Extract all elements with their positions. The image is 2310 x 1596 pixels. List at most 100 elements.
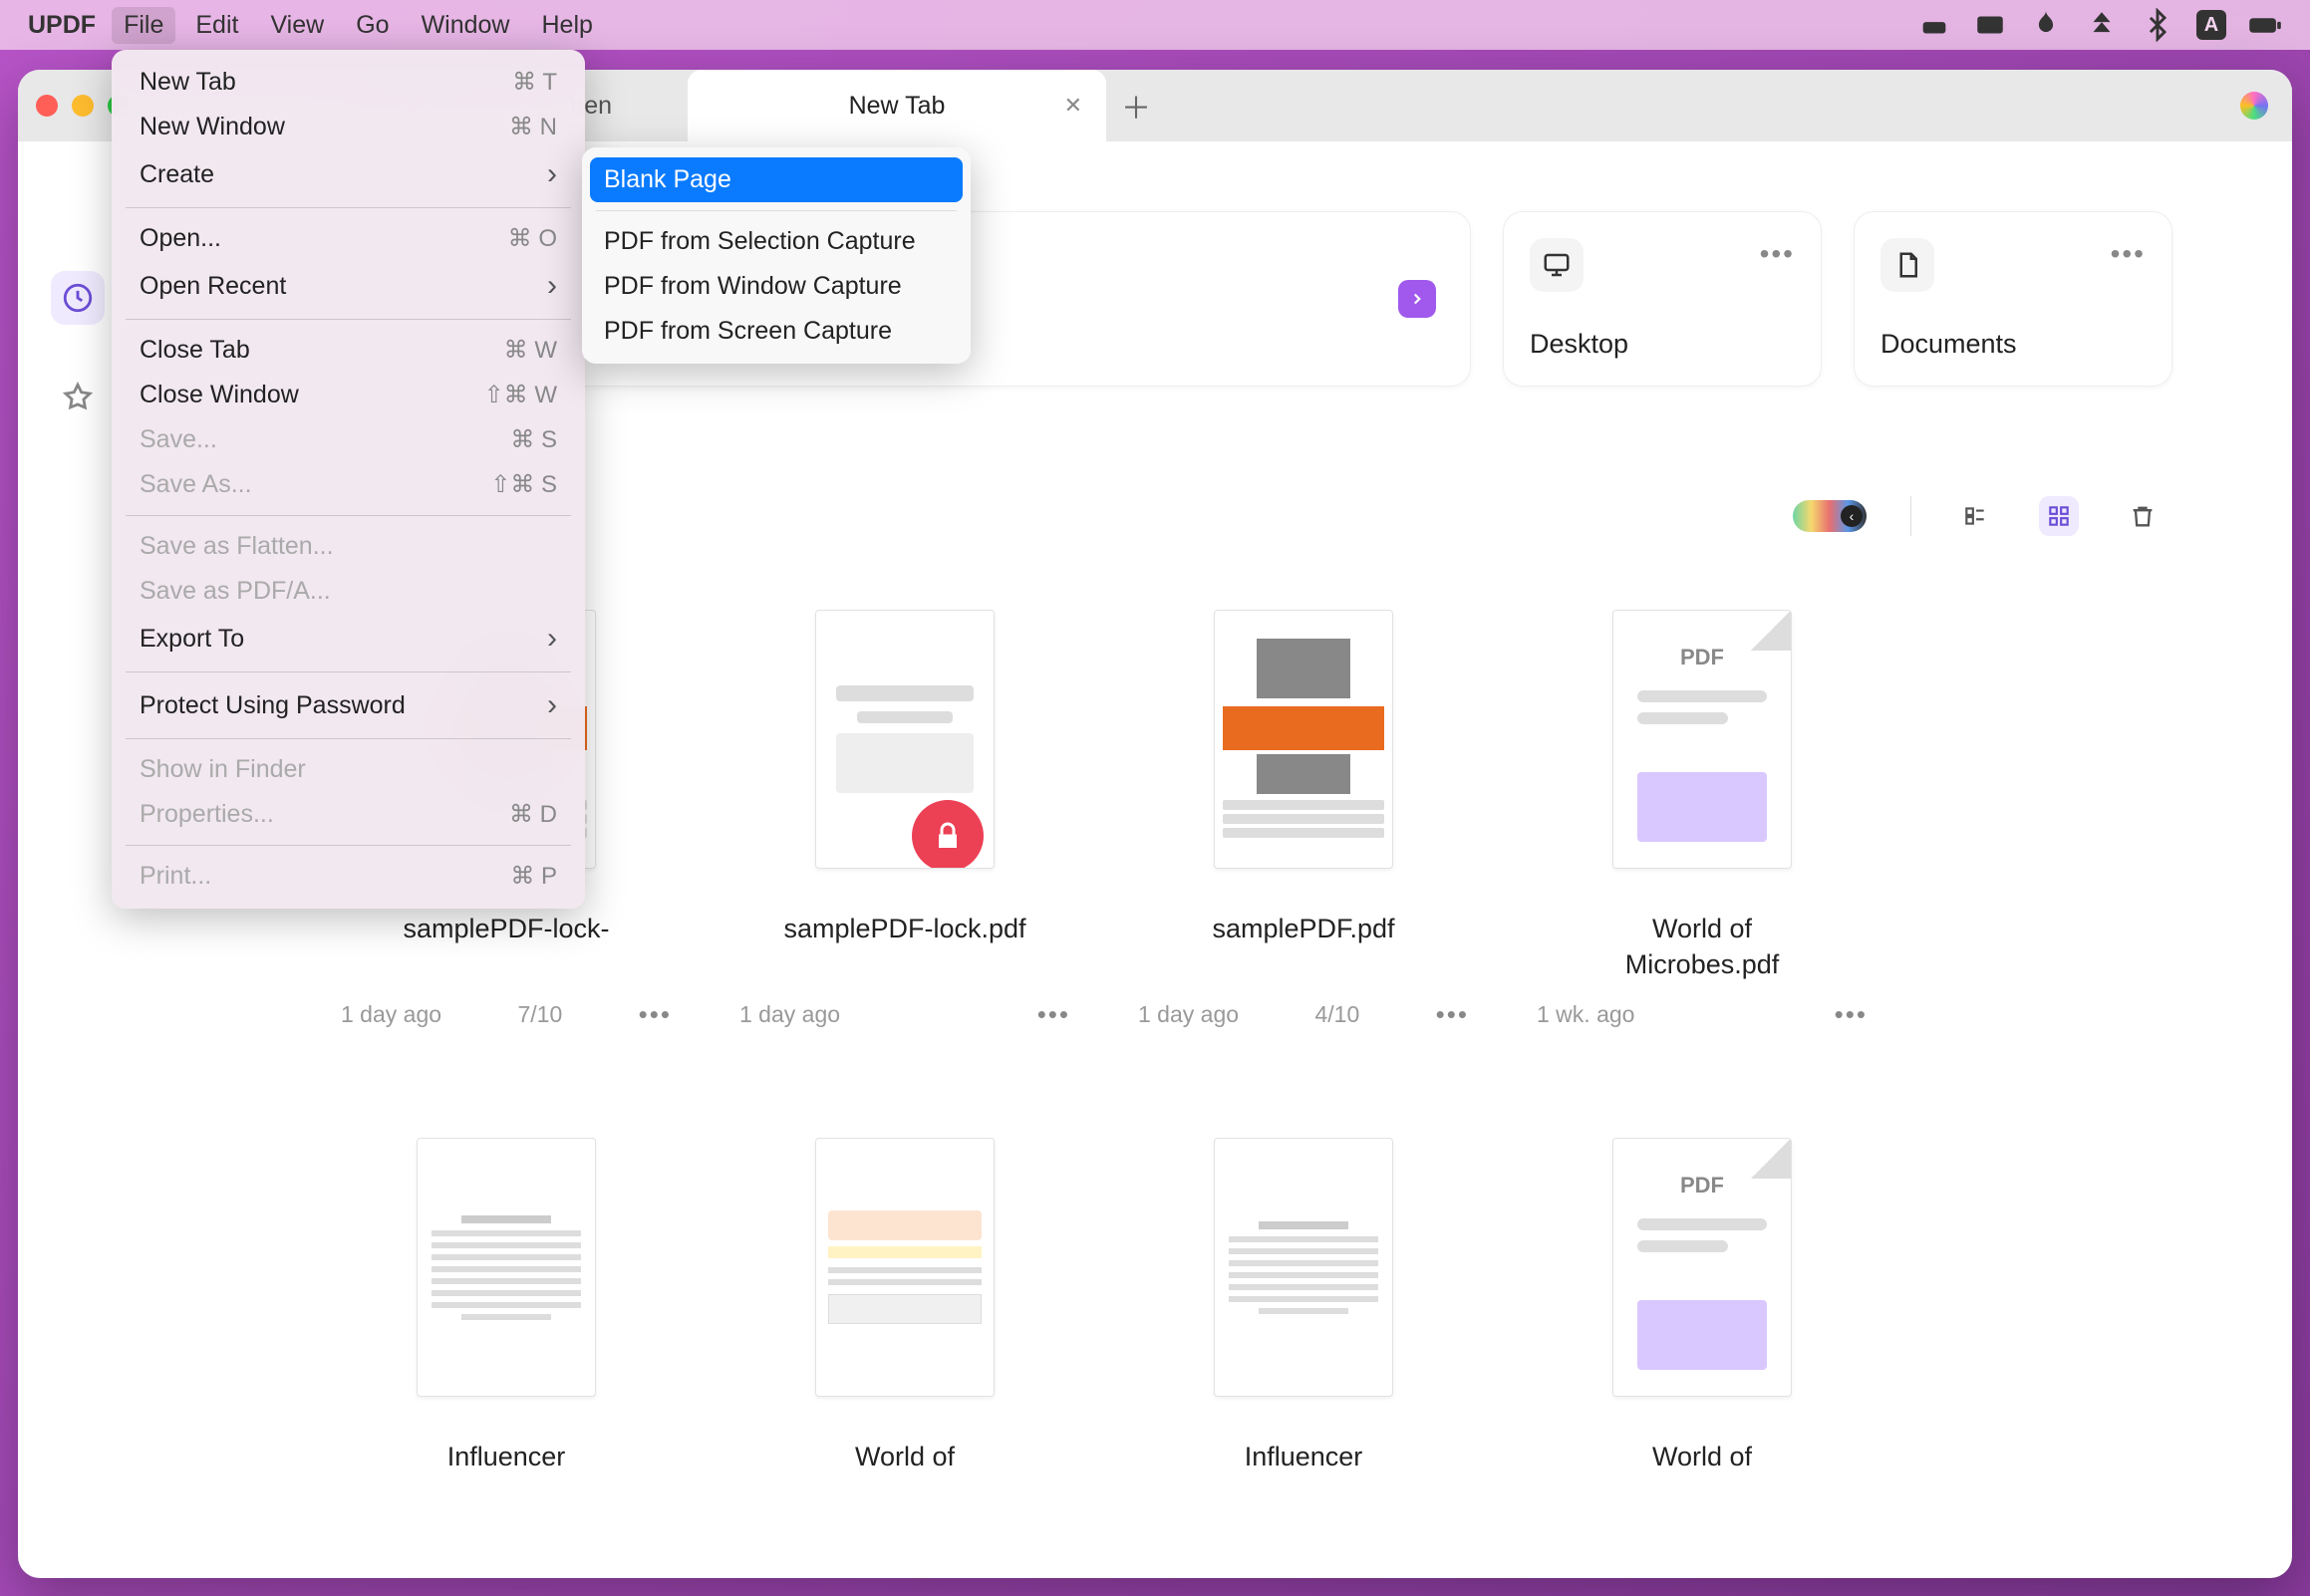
menu-show-finder: Show in Finder [112, 747, 585, 792]
file-time: 1 wk. ago [1537, 1001, 1634, 1028]
tray-icon-2[interactable] [1973, 8, 2007, 42]
file-thumbnail [815, 1138, 995, 1397]
submenu-screen-capture[interactable]: PDF from Screen Capture [582, 309, 971, 354]
file-thumbnail: PDF [1612, 1138, 1792, 1397]
file-card[interactable]: samplePDF-lock.pdf 1 day ago ••• [706, 576, 1104, 1064]
bluetooth-icon[interactable] [2141, 8, 2174, 42]
menu-export-to[interactable]: Export To [112, 614, 585, 664]
menu-separator [126, 207, 571, 208]
menu-view[interactable]: View [258, 7, 336, 44]
menu-separator [126, 671, 571, 672]
file-name: samplePDF-lock.pdf [783, 911, 1025, 946]
documents-card[interactable]: ••• Documents [1854, 211, 2172, 387]
file-progress: 4/10 [1314, 1001, 1359, 1028]
file-name: Influencer [1245, 1439, 1363, 1474]
menu-save-as: Save As...⇧⌘ S [112, 462, 585, 507]
file-time: 1 day ago [739, 1001, 840, 1028]
desktop-icon [1530, 238, 1584, 292]
tray-leaf-icon[interactable] [2085, 8, 2119, 42]
menu-create[interactable]: Create [112, 149, 585, 199]
file-time: 1 day ago [341, 1001, 441, 1028]
chevron-right-icon [1398, 280, 1436, 318]
close-tab-icon[interactable]: ✕ [1064, 93, 1082, 119]
lock-icon [912, 800, 984, 869]
file-menu-dropdown: New Tab⌘ T New Window⌘ N Create Open...⌘… [112, 50, 585, 909]
menu-separator [126, 515, 571, 516]
list-toolbar: By: Newest First ‹ [307, 496, 2172, 536]
submenu-separator [596, 210, 957, 211]
content-area: ••• Desktop ••• Documents By: Newest Fir… [307, 211, 2172, 1578]
file-more-icon[interactable]: ••• [1835, 999, 1868, 1030]
menu-print: Print...⌘ P [112, 854, 585, 899]
desktop-card[interactable]: ••• Desktop [1503, 211, 1822, 387]
file-thumbnail: PDF [1612, 610, 1792, 869]
desktop-label: Desktop [1530, 329, 1795, 360]
menu-separator [126, 319, 571, 320]
tab-label: New Tab [849, 92, 946, 121]
menu-separator [126, 845, 571, 846]
trash-button[interactable] [2123, 496, 2163, 536]
file-thumbnail [1214, 1138, 1393, 1397]
recent-rail-button[interactable] [51, 271, 105, 325]
file-thumbnail [417, 1138, 596, 1397]
color-filter-toggle[interactable]: ‹ [1793, 500, 1867, 532]
file-card[interactable]: PDF World of [1503, 1104, 1901, 1578]
menu-protect-password[interactable]: Protect Using Password [112, 680, 585, 730]
app-name: UPDF [28, 11, 96, 40]
menu-edit[interactable]: Edit [183, 7, 250, 44]
favorites-rail-button[interactable] [51, 371, 105, 424]
menu-properties: Properties...⌘ D [112, 792, 585, 837]
file-card[interactable]: Influencer [307, 1104, 706, 1578]
file-name: World of Microbes.pdf [1573, 911, 1832, 983]
keyboard-input-icon[interactable]: A [2196, 10, 2226, 40]
file-progress: 7/10 [517, 1001, 562, 1028]
macos-menubar: UPDF File Edit View Go Window Help A [0, 0, 2310, 50]
close-window-button[interactable] [36, 95, 58, 117]
app-logo-icon [2240, 92, 2268, 120]
file-name: World of [855, 1439, 955, 1474]
file-more-icon[interactable]: ••• [1436, 999, 1469, 1030]
documents-icon [1880, 238, 1934, 292]
menu-separator [126, 738, 571, 739]
card-more-icon[interactable]: ••• [2111, 238, 2146, 292]
menu-close-tab[interactable]: Close Tab⌘ W [112, 328, 585, 373]
menu-save-flatten: Save as Flatten... [112, 524, 585, 569]
file-card[interactable]: Influencer [1104, 1104, 1503, 1578]
file-name: samplePDF-lock- [403, 911, 609, 946]
file-thumbnail [1214, 610, 1393, 869]
menu-file[interactable]: File [112, 7, 175, 44]
file-grid: samplePDF-lock- 1 day ago 7/10 ••• sampl… [307, 576, 2172, 1578]
list-view-button[interactable] [1955, 496, 1995, 536]
file-name: Influencer [447, 1439, 566, 1474]
add-tab-button[interactable]: ＋ [1106, 70, 1166, 141]
file-more-icon[interactable]: ••• [639, 999, 672, 1030]
tray-icon-1[interactable] [1917, 8, 1951, 42]
file-card[interactable]: World of [706, 1104, 1104, 1578]
menu-open[interactable]: Open...⌘ O [112, 216, 585, 261]
card-more-icon[interactable]: ••• [1760, 238, 1795, 292]
menu-save-pdfa: Save as PDF/A... [112, 569, 585, 614]
documents-label: Documents [1880, 329, 2146, 360]
battery-icon[interactable] [2248, 8, 2282, 42]
submenu-blank-page[interactable]: Blank Page [590, 157, 963, 202]
menu-open-recent[interactable]: Open Recent [112, 261, 585, 311]
menu-close-window[interactable]: Close Window⇧⌘ W [112, 373, 585, 417]
menu-window[interactable]: Window [410, 7, 522, 44]
file-card[interactable]: PDF World of Microbes.pdf 1 wk. ago ••• [1503, 576, 1901, 1064]
submenu-selection-capture[interactable]: PDF from Selection Capture [582, 219, 971, 264]
file-card[interactable]: samplePDF.pdf 1 day ago 4/10 ••• [1104, 576, 1503, 1064]
menu-new-window[interactable]: New Window⌘ N [112, 105, 585, 149]
file-time: 1 day ago [1138, 1001, 1239, 1028]
menu-help[interactable]: Help [529, 7, 604, 44]
menu-new-tab[interactable]: New Tab⌘ T [112, 60, 585, 105]
file-thumbnail [815, 610, 995, 869]
tab-new-tab[interactable]: New Tab ✕ [688, 70, 1106, 141]
tray-flame-icon[interactable] [2029, 8, 2063, 42]
create-submenu: Blank Page PDF from Selection Capture PD… [582, 147, 971, 364]
grid-view-button[interactable] [2039, 496, 2079, 536]
toolbar-divider [1910, 496, 1911, 536]
menu-go[interactable]: Go [344, 7, 401, 44]
minimize-window-button[interactable] [72, 95, 94, 117]
submenu-window-capture[interactable]: PDF from Window Capture [582, 264, 971, 309]
file-more-icon[interactable]: ••• [1037, 999, 1070, 1030]
